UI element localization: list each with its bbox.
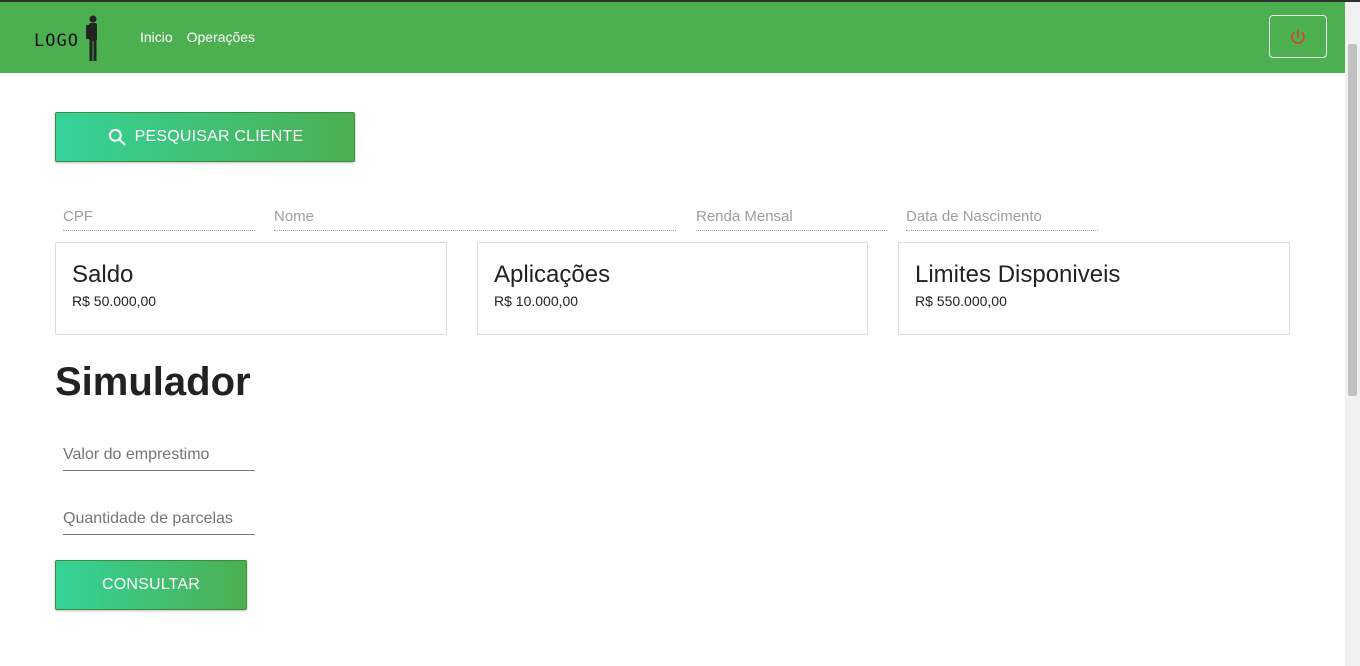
saldo-title: Saldo — [72, 261, 134, 288]
nav-links: Inicio Operações — [140, 29, 265, 45]
scrollbar-thumb[interactable] — [1348, 44, 1357, 396]
simulator-title: Simulador — [55, 360, 251, 404]
limites-value: R$ 550.000,00 — [915, 293, 1007, 309]
nav-link-inicio[interactable]: Inicio — [140, 29, 173, 45]
cpf-field[interactable]: CPF — [63, 208, 255, 231]
saldo-card: Saldo R$ 50.000,00 — [55, 242, 447, 335]
logout-button[interactable] — [1269, 15, 1327, 58]
nav-link-operacoes[interactable]: Operações — [187, 29, 255, 45]
search-icon — [108, 128, 126, 146]
limites-card: Limites Disponiveis R$ 550.000,00 — [898, 242, 1290, 335]
aplicacoes-card: Aplicações R$ 10.000,00 — [477, 242, 868, 335]
consult-label: CONSULTAR — [101, 576, 201, 593]
consult-button[interactable]: CONSULTAR — [55, 560, 247, 610]
logo-text: LOGO — [34, 31, 79, 51]
renda-mensal-field[interactable]: Renda Mensal — [696, 208, 887, 231]
saldo-value: R$ 50.000,00 — [72, 293, 157, 309]
limites-title: Limites Disponiveis — [915, 261, 1121, 288]
search-client-label: PESQUISAR CLIENTE — [134, 128, 304, 145]
logo-figure-icon — [86, 15, 97, 61]
logo[interactable]: LOGO — [28, 15, 108, 63]
nome-field[interactable]: Nome — [274, 208, 676, 231]
aplicacoes-value: R$ 10.000,00 — [494, 293, 579, 309]
loan-value-input[interactable]: Valor do emprestimo — [63, 446, 255, 471]
power-icon — [1291, 29, 1305, 44]
aplicacoes-title: Aplicações — [494, 261, 611, 288]
installments-input[interactable]: Quantidade de parcelas — [63, 510, 255, 535]
data-nascimento-field[interactable]: Data de Nascimento — [906, 208, 1098, 231]
search-client-button[interactable]: PESQUISAR CLIENTE — [55, 112, 355, 162]
navbar: LOGO Inicio Operações — [0, 2, 1345, 73]
